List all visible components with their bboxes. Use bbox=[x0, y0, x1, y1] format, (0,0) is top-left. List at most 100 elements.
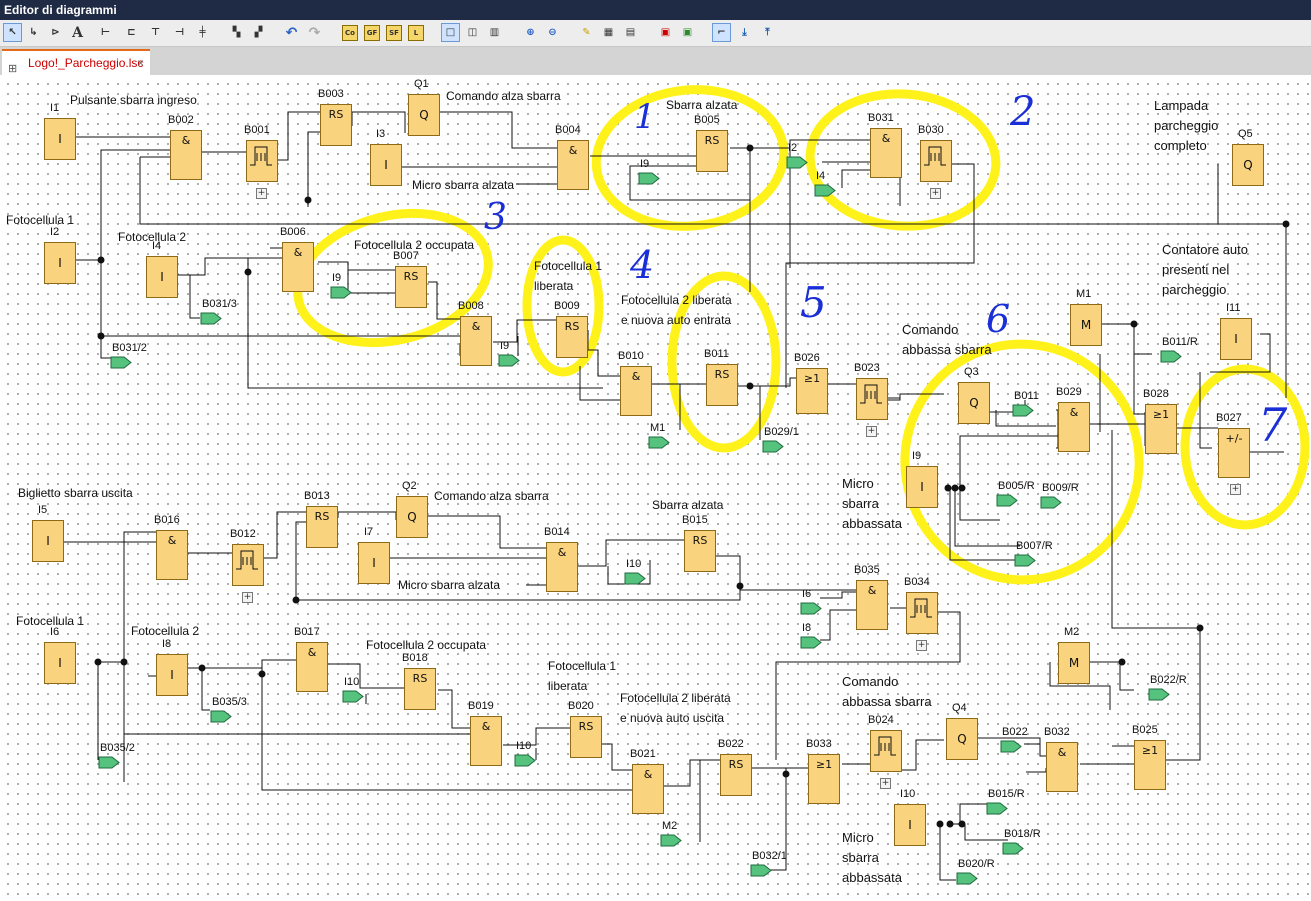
block-b022[interactable]: RS bbox=[720, 754, 752, 796]
block-b021[interactable]: & bbox=[632, 764, 664, 814]
i1-symbol: I bbox=[58, 132, 62, 146]
expand-parameter-icon[interactable]: + bbox=[256, 188, 267, 199]
block-list-icon[interactable]: ▤ bbox=[621, 23, 640, 42]
align-top-icon[interactable]: ⊤ bbox=[146, 23, 165, 42]
block-b031[interactable]: & bbox=[870, 128, 902, 178]
co-button[interactable]: Co bbox=[342, 25, 358, 41]
align-middle-icon[interactable]: ╪ bbox=[193, 23, 212, 42]
block-q3[interactable]: Q bbox=[958, 382, 990, 424]
block-b013[interactable]: RS bbox=[306, 506, 338, 548]
block-b005[interactable]: RS bbox=[696, 130, 728, 172]
grid-icon[interactable]: ▦ bbox=[599, 23, 618, 42]
block-b033[interactable]: ≥1 bbox=[808, 754, 840, 804]
block-b002[interactable]: & bbox=[170, 130, 202, 180]
block-b009[interactable]: RS bbox=[556, 316, 588, 358]
align-left-icon[interactable]: ⊏ bbox=[122, 23, 141, 42]
block-b011[interactable]: RS bbox=[706, 364, 738, 406]
block-b019[interactable]: & bbox=[470, 716, 502, 766]
connector-flag-icon bbox=[98, 756, 120, 769]
ungroup-icon[interactable]: ▞ bbox=[249, 23, 268, 42]
block-b016[interactable]: & bbox=[156, 530, 188, 580]
block-q4[interactable]: Q bbox=[946, 718, 978, 760]
expand-parameter-icon[interactable]: + bbox=[930, 188, 941, 199]
block-b024[interactable] bbox=[870, 730, 902, 772]
group-icon[interactable]: ▚ bbox=[227, 23, 246, 42]
block-b008[interactable]: & bbox=[460, 316, 492, 366]
block-m1[interactable]: M bbox=[1070, 304, 1102, 346]
l-button[interactable]: L bbox=[408, 25, 424, 41]
simulation-icon[interactable]: ▣ bbox=[656, 23, 675, 42]
expand-parameter-icon[interactable]: + bbox=[242, 592, 253, 603]
upload-icon[interactable]: ⤒ bbox=[758, 23, 777, 42]
block-b025[interactable]: ≥1 bbox=[1134, 740, 1166, 790]
block-i6[interactable]: I bbox=[44, 642, 76, 684]
block-b027[interactable]: +/- bbox=[1218, 428, 1250, 478]
block-b032[interactable]: & bbox=[1046, 742, 1078, 792]
block-b007[interactable]: RS bbox=[395, 266, 427, 308]
download-icon[interactable]: ⤓ bbox=[735, 23, 754, 42]
block-b035[interactable]: & bbox=[856, 580, 888, 630]
align-center-icon[interactable]: ⊣ bbox=[170, 23, 189, 42]
zoom-out-icon[interactable]: ⊖ bbox=[543, 23, 562, 42]
block-i3[interactable]: I bbox=[370, 144, 402, 186]
block-b028[interactable]: ≥1 bbox=[1145, 404, 1177, 454]
block-i2[interactable]: I bbox=[44, 242, 76, 284]
block-b029[interactable]: & bbox=[1058, 402, 1090, 452]
block-b018[interactable]: RS bbox=[404, 668, 436, 710]
expand-parameter-icon[interactable]: + bbox=[1230, 484, 1241, 495]
connect-tool-icon[interactable]: ↳ bbox=[24, 23, 43, 42]
block-b017[interactable]: & bbox=[296, 642, 328, 692]
block-m2[interactable]: M bbox=[1058, 642, 1090, 684]
block-q2[interactable]: Q bbox=[396, 496, 428, 538]
redo-icon[interactable]: ↷ bbox=[305, 23, 324, 42]
block-b006[interactable]: & bbox=[282, 242, 314, 292]
block-b004[interactable]: & bbox=[557, 140, 589, 190]
zoom-in-icon[interactable]: ⊕ bbox=[521, 23, 540, 42]
block-b014[interactable]: & bbox=[546, 542, 578, 592]
connector-flag-icon bbox=[786, 156, 808, 169]
block-tool-icon[interactable]: ⊳ bbox=[46, 23, 65, 42]
block-i11[interactable]: I bbox=[1220, 318, 1252, 360]
block-b034[interactable] bbox=[906, 592, 938, 634]
select-tool-icon[interactable]: ↖ bbox=[3, 23, 22, 42]
sf-button[interactable]: SF bbox=[386, 25, 402, 41]
gf-button[interactable]: GF bbox=[364, 25, 380, 41]
block-b010[interactable]: & bbox=[620, 366, 652, 416]
block-b020[interactable]: RS bbox=[570, 716, 602, 758]
block-i1[interactable]: I bbox=[44, 118, 76, 160]
block-b003[interactable]: RS bbox=[320, 104, 352, 146]
single-view-icon[interactable]: □ bbox=[441, 23, 460, 42]
pencil-icon[interactable]: ✎ bbox=[577, 23, 596, 42]
block-i7[interactable]: I bbox=[358, 542, 390, 584]
b027-symbol: +/- bbox=[1225, 432, 1243, 445]
block-b023[interactable] bbox=[856, 378, 888, 420]
text-tool-icon[interactable]: A bbox=[68, 23, 87, 42]
label-fotocellula2-a: Fotocellula 2 bbox=[118, 230, 187, 244]
undo-icon[interactable]: ↶ bbox=[282, 23, 301, 42]
cut-connection-icon[interactable]: ⊢ bbox=[96, 23, 115, 42]
block-b001[interactable] bbox=[246, 140, 278, 182]
block-i9[interactable]: I bbox=[906, 466, 938, 508]
block-b030[interactable] bbox=[920, 140, 952, 182]
expand-parameter-icon[interactable]: + bbox=[866, 426, 877, 437]
block-b026[interactable]: ≥1 bbox=[796, 368, 828, 414]
block-i4[interactable]: I bbox=[146, 256, 178, 298]
block-i8[interactable]: I bbox=[156, 654, 188, 696]
online-test-icon[interactable]: ▣ bbox=[678, 23, 697, 42]
block-i5[interactable]: I bbox=[32, 520, 64, 562]
block-q1[interactable]: Q bbox=[408, 94, 440, 136]
block-q5[interactable]: Q bbox=[1232, 144, 1264, 186]
triple-view-icon[interactable]: ▥ bbox=[485, 23, 504, 42]
connector-label: B022 bbox=[1002, 726, 1028, 738]
block-b012[interactable] bbox=[232, 544, 264, 586]
block-b015[interactable]: RS bbox=[684, 530, 716, 572]
tab-logo-parcheggio[interactable]: ⊞ Logo!_Parcheggio.lsc × bbox=[2, 49, 150, 75]
wire-route-icon[interactable]: ⌐ bbox=[712, 23, 731, 42]
b002-name: B002 bbox=[168, 114, 194, 126]
split-view-icon[interactable]: ◫ bbox=[463, 23, 482, 42]
expand-parameter-icon[interactable]: + bbox=[916, 640, 927, 651]
close-tab-icon[interactable]: × bbox=[137, 51, 144, 75]
expand-parameter-icon[interactable]: + bbox=[880, 778, 891, 789]
b003-symbol: RS bbox=[328, 108, 344, 121]
diagram-canvas[interactable]: I I1 I I2 I I3 I I4 I I5 I I6 I I7 I I8 I I9 I I10 I I11 Q Q1 Q Q… bbox=[0, 76, 1311, 901]
